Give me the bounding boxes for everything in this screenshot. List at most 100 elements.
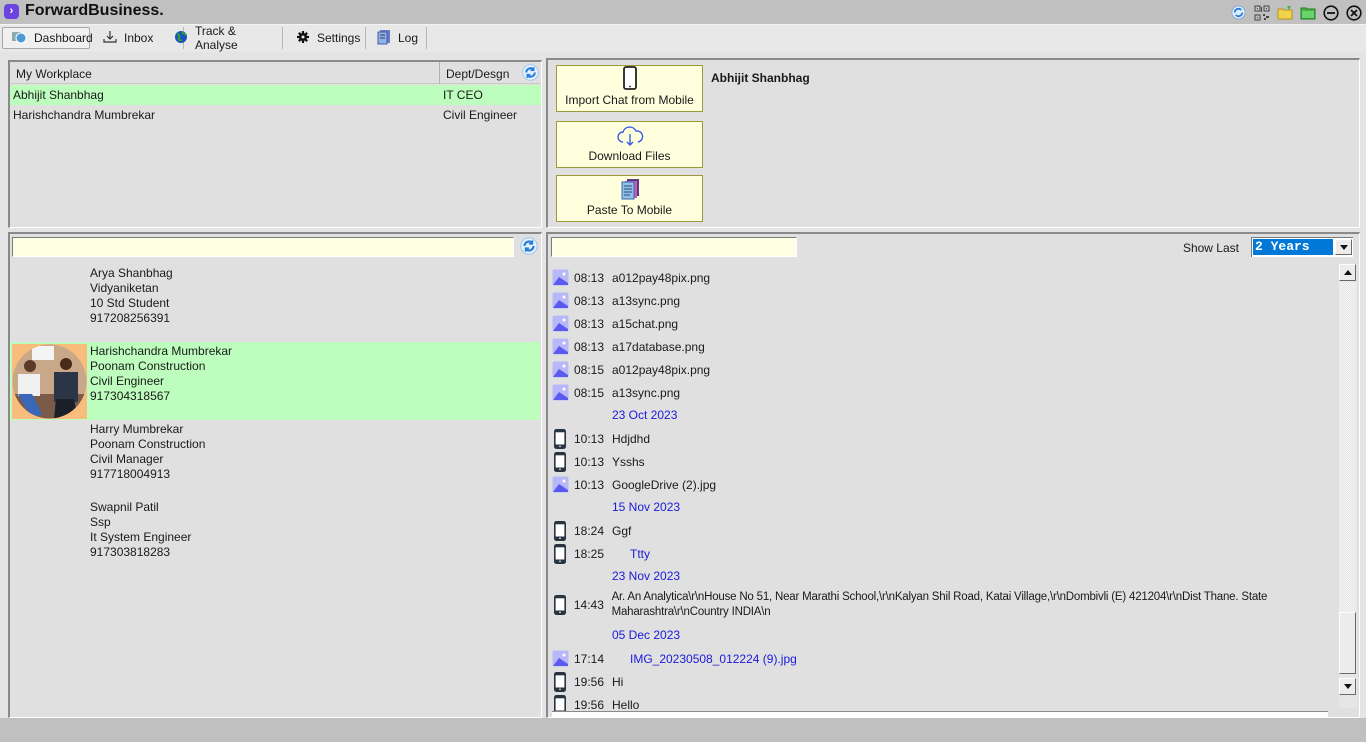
tab-settings[interactable]: Settings xyxy=(288,27,366,49)
chat-message[interactable]: 10:13 GoogleDrive (2).jpg xyxy=(551,473,1331,496)
scroll-track[interactable] xyxy=(1339,282,1356,612)
chat-message[interactable]: 14:43 Ar. An Analytica\r\nHouse No 51, Ne… xyxy=(551,588,1331,622)
contact-item[interactable]: Harry Mumbrekar Poonam Construction Civi… xyxy=(10,420,540,498)
tab-label: Log xyxy=(398,31,419,45)
app-title: ForwardBusiness. xyxy=(25,2,164,19)
message-time: 08:13 xyxy=(574,339,605,354)
contact-name: Harry Mumbrekar xyxy=(90,422,184,436)
message-text[interactable]: GoogleDrive (2).jpg xyxy=(612,478,716,492)
scroll-up-button[interactable] xyxy=(1339,264,1356,281)
window-controls xyxy=(1230,4,1362,21)
contact-details: Harishchandra Mumbrekar Poonam Construct… xyxy=(90,344,232,404)
message-text[interactable]: a012pay48pix.png xyxy=(612,363,710,377)
image-file-icon xyxy=(551,291,569,311)
chat-message[interactable]: 18:24 Ggf xyxy=(551,519,1331,542)
column-header-dept[interactable]: Dept/Desgn xyxy=(446,67,509,81)
contact-role: 10 Std Student xyxy=(90,296,170,310)
message-time: 10:13 xyxy=(574,477,605,492)
contact-name: Harishchandra Mumbrekar xyxy=(90,344,233,358)
chat-message[interactable]: 10:13 Ysshs xyxy=(551,450,1331,473)
chat-message[interactable]: 18:25 Ttty xyxy=(551,542,1331,565)
contact-item[interactable]: Swapnil Patil Ssp It System Engineer 917… xyxy=(10,498,540,576)
contact-phone: 917303818283 xyxy=(90,545,171,559)
workplace-row[interactable]: Abhijit Shanbhag IT CEO xyxy=(10,85,541,105)
paste-to-mobile-button[interactable]: Paste To Mobile xyxy=(556,175,703,222)
contact-name: Swapnil Patil xyxy=(90,500,159,514)
scroll-down-button[interactable] xyxy=(1339,678,1356,695)
date-separator: 23 Nov 2023 xyxy=(612,569,681,583)
tab-label: Dashboard xyxy=(34,31,93,45)
chat-message[interactable]: 08:13 a15chat.png xyxy=(551,312,1331,335)
image-file-icon xyxy=(551,649,569,669)
chat-message[interactable]: 19:56 Hi xyxy=(551,670,1331,693)
contact-details: Arya Shanbhag Vidyaniketan 10 Std Studen… xyxy=(90,266,173,326)
chevron-down-icon[interactable] xyxy=(1335,239,1352,255)
tab-track-analyse[interactable]: Track & Analyse xyxy=(166,24,283,52)
tab-log[interactable]: Log xyxy=(369,27,427,49)
tab-label: Inbox xyxy=(124,31,154,45)
message-text[interactable]: a13sync.png xyxy=(612,294,680,308)
contact-details: Harry Mumbrekar Poonam Construction Civi… xyxy=(90,422,205,482)
gear-icon xyxy=(296,30,310,47)
chat-message[interactable]: 17:14 IMG_20230508_012224 (9).jpg xyxy=(551,647,1331,670)
button-label: Download Files xyxy=(588,149,671,163)
contact-phone: 917208256391 xyxy=(90,311,171,325)
chat-message[interactable]: 08:13 a17database.png xyxy=(551,335,1331,358)
column-header-workplace[interactable]: My Workplace xyxy=(16,67,92,81)
chat-message[interactable]: 10:13 Hdjdhd xyxy=(551,427,1331,450)
cloud-download-icon xyxy=(616,126,644,149)
message-time: 08:13 xyxy=(574,316,605,331)
chat-scrollbar[interactable] xyxy=(1339,264,1357,708)
message-time: 08:15 xyxy=(574,385,605,400)
message-text: Ttty xyxy=(630,546,650,561)
contact-item[interactable]: Harishchandra Mumbrekar Poonam Construct… xyxy=(10,342,540,420)
mobile-phone-icon xyxy=(551,451,569,472)
message-time: 19:56 xyxy=(574,674,605,689)
mobile-phone-icon xyxy=(622,66,637,93)
folder-sync-icon[interactable] xyxy=(1276,4,1293,21)
refresh-icon[interactable] xyxy=(1230,4,1247,21)
contact-item[interactable]: Arya Shanbhag Vidyaniketan 10 Std Studen… xyxy=(10,264,540,342)
image-file-icon xyxy=(551,314,569,334)
workplace-dept: IT CEO xyxy=(443,88,483,102)
minimize-icon[interactable] xyxy=(1322,4,1339,21)
message-text[interactable]: a012pay48pix.png xyxy=(612,271,710,285)
tab-bar: Dashboard Inbox Track & Analyse Settings… xyxy=(0,24,1366,52)
workplace-row[interactable]: Harishchandra Mumbrekar Civil Engineer xyxy=(10,105,541,125)
refresh-icon[interactable] xyxy=(522,64,539,84)
chat-search-input[interactable] xyxy=(551,237,797,257)
message-text: Ysshs xyxy=(612,454,645,469)
download-files-button[interactable]: Download Files xyxy=(556,121,703,168)
date-separator: 23 Oct 2023 xyxy=(612,408,678,422)
contacts-search-input[interactable] xyxy=(12,237,514,257)
image-file-icon xyxy=(551,268,569,288)
message-text: Ar. An Analytica\r\nHouse No 51, Near Ma… xyxy=(611,591,1268,618)
chat-message[interactable]: 08:13 a13sync.png xyxy=(551,289,1331,312)
refresh-icon[interactable] xyxy=(520,237,538,258)
chat-message[interactable]: 08:15 a13sync.png xyxy=(551,381,1331,404)
contact-org: Poonam Construction xyxy=(90,359,206,373)
close-icon[interactable] xyxy=(1345,4,1362,21)
mobile-phone-icon xyxy=(551,543,569,564)
chat-message[interactable]: 08:15 a012pay48pix.png xyxy=(551,358,1331,381)
import-chat-button[interactable]: Import Chat from Mobile xyxy=(556,65,703,112)
message-text[interactable]: a13sync.png xyxy=(612,386,680,400)
image-file-icon xyxy=(551,383,569,403)
message-text: Ggf xyxy=(612,523,632,538)
message-text[interactable]: IMG_20230508_012224 (9).jpg xyxy=(612,652,797,666)
contact-role: Civil Engineer xyxy=(90,374,165,388)
inbox-download-icon xyxy=(103,30,117,47)
chat-message[interactable]: 08:13 a012pay48pix.png xyxy=(551,266,1331,289)
mobile-phone-icon xyxy=(551,595,569,615)
tab-dashboard[interactable]: Dashboard xyxy=(2,27,93,49)
app-logo-icon: › xyxy=(4,4,19,19)
column-divider[interactable] xyxy=(439,62,440,84)
scroll-thumb[interactable] xyxy=(1339,612,1356,674)
green-folder-icon[interactable] xyxy=(1299,4,1316,21)
message-text[interactable]: a17database.png xyxy=(612,340,705,354)
message-text[interactable]: a15chat.png xyxy=(612,317,678,331)
qr-code-icon[interactable] xyxy=(1253,4,1270,21)
message-time: 19:56 xyxy=(574,697,605,712)
show-last-dropdown[interactable]: 2 Years xyxy=(1251,237,1353,257)
tab-label: Track & Analyse xyxy=(195,24,238,52)
